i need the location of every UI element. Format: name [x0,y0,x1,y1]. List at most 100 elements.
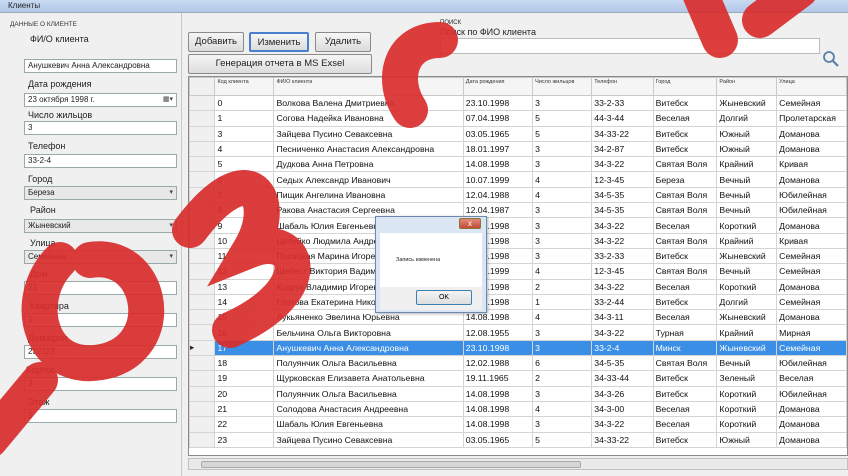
table-cell[interactable]: 2 [532,278,593,295]
building-field[interactable]: 3 [24,377,177,391]
table-cell[interactable]: Доманова [776,309,847,326]
table-cell[interactable]: Дудкова Анна Петровна [273,156,464,173]
table-cell[interactable]: Жыневский [716,247,778,265]
table-cell[interactable]: Вечный [716,202,778,219]
table-cell[interactable]: Веселая [776,370,847,387]
table-cell[interactable]: Южный [716,125,778,142]
table-cell[interactable]: 3 [532,339,593,357]
table-cell[interactable]: Солодова Анастасия Андреевна [273,400,464,418]
table-cell[interactable]: 34-5-35 [591,186,654,204]
table-cell[interactable]: Вечный [716,171,778,188]
table-row[interactable]: 4 Песниченко Анастасия Александровна 18.01… [189,140,847,158]
flat-field[interactable]: 1 [24,313,177,327]
table-cell[interactable]: 4 [532,263,593,280]
table-cell[interactable]: 07.04.1998 [462,110,534,127]
phone-field[interactable]: 33-2-4 [24,154,177,168]
table-cell[interactable]: Витебск [652,140,718,158]
table-cell[interactable]: 33-2-4 [591,339,654,357]
table-cell[interactable]: Доманова [776,431,847,448]
table-cell[interactable]: Доманова [776,125,847,142]
dialog-close-button[interactable]: x [459,218,481,229]
table-cell[interactable]: 3 [214,125,275,142]
table-cell[interactable]: Веселая [652,309,718,326]
table-cell[interactable]: Южный [716,431,778,448]
table-cell[interactable]: Святая Воля [652,263,718,280]
table-cell[interactable]: 5 [214,156,275,173]
row-header[interactable] [189,156,216,173]
table-cell[interactable]: Веселая [652,416,718,433]
table-cell[interactable]: 4 [532,309,593,326]
table-cell[interactable]: 34-3-22 [591,217,654,234]
table-cell[interactable]: 34-3-00 [591,400,654,418]
table-cell[interactable]: 16 [214,324,275,341]
row-header[interactable] [189,217,216,234]
table-cell[interactable]: Веселая [652,278,718,295]
table-cell[interactable]: Зеленый [716,370,778,387]
row-header[interactable] [189,171,216,188]
table-cell[interactable]: 20 [214,385,275,402]
table-cell[interactable]: 34-2-87 [591,140,654,158]
table-row[interactable]: 9 Шабаль Юлия Евгеньевна 14.08.1998 3 34-3-2… [189,217,847,234]
table-cell[interactable]: 14.08.1998 [462,156,534,173]
table-cell[interactable]: 18.01.1997 [462,140,534,158]
table-cell[interactable]: Жыневский [716,309,778,326]
table-cell[interactable]: 3 [532,94,593,112]
column-header[interactable]: Город [652,77,718,96]
table-cell[interactable]: Крайний [716,324,778,341]
table-cell[interactable]: 5 [532,431,593,448]
table-row[interactable]: 21 Солодова Анастасия Андреевна 14.08.1998… [189,400,847,418]
column-header[interactable]: Число жильцов [532,77,593,96]
table-cell[interactable]: Вечный [716,186,778,204]
table-cell[interactable]: Вечный [716,263,778,280]
table-cell[interactable]: 22 [214,416,275,433]
table-cell[interactable]: 12-3-45 [591,263,654,280]
row-header[interactable] [189,110,216,127]
table-cell[interactable]: 34-33-22 [591,431,654,448]
table-cell[interactable]: 23.10.1998 [462,94,534,112]
table-cell[interactable]: Согова Надейка Ивановна [273,110,464,127]
table-cell[interactable]: 10 [214,232,275,249]
table-cell[interactable]: 34-5-35 [591,202,654,219]
table-cell[interactable]: 15 [214,309,275,326]
table-cell[interactable]: 34-33-44 [591,370,654,387]
row-header[interactable] [189,370,216,387]
table-cell[interactable]: Веселая [652,110,718,127]
row-header[interactable] [189,309,216,326]
table-cell[interactable]: 23.10.1998 [462,339,534,357]
table-cell[interactable]: 12.02.1988 [462,355,534,372]
search-input[interactable] [440,38,820,54]
table-cell[interactable]: Кривая [776,156,847,173]
table-cell[interactable]: 34-3-22 [591,232,654,249]
column-header[interactable]: Район [716,77,778,96]
column-header[interactable]: Улица [776,77,847,96]
table-cell[interactable]: Короткий [716,385,778,402]
table-cell[interactable]: 5 [532,125,593,142]
table-cell[interactable]: 3 [532,140,593,158]
table-cell[interactable]: 03.05.1965 [462,431,534,448]
table-cell[interactable]: Бельчина Ольга Викторовна [273,324,464,341]
table-cell[interactable]: Короткий [716,400,778,418]
residents-field[interactable]: 3 [24,121,177,135]
table-cell[interactable]: 3 [532,385,593,402]
table-cell[interactable]: Витебск [652,94,718,112]
table-cell[interactable]: 3 [532,416,593,433]
table-cell[interactable]: 34-3-22 [591,156,654,173]
table-cell[interactable]: 34-3-22 [591,416,654,433]
table-cell[interactable]: 14.08.1998 [462,400,534,418]
table-cell[interactable]: 1 [214,110,275,127]
scrollbar-thumb[interactable] [201,461,581,468]
district-select[interactable]: Жыневский ▾ [24,219,177,233]
table-cell[interactable]: Песниченко Анастасия Александровна [273,140,464,158]
row-header[interactable] [189,416,216,433]
row-header[interactable] [189,125,216,142]
table-cell[interactable]: Анушкевич Анна Александровна [273,339,464,357]
table-cell[interactable]: Долгий [716,293,778,311]
table-row[interactable]: 20 Полуянчик Ольга Васильевна 14.08.1998 3 3… [189,385,847,402]
table-cell[interactable]: 5 [532,110,593,127]
table-cell[interactable]: 23 [214,431,275,448]
table-cell[interactable]: 7 [214,186,275,204]
add-button[interactable]: Добавить [188,32,244,52]
row-header[interactable] [189,355,216,372]
table-row[interactable]: 0 Волкова Валена Дмитриевна 23.10.1998 3 33-… [189,94,847,112]
table-cell[interactable]: 4 [532,186,593,204]
